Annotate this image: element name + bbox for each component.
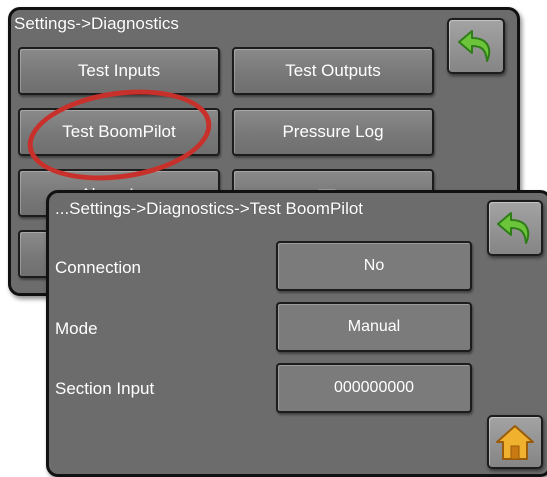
page-title: ...Settings->Diagnostics->Test BoomPilot (55, 199, 364, 218)
home-icon (496, 425, 534, 460)
test-boompilot-panel: ...Settings->Diagnostics->Test BoomPilot… (46, 190, 547, 477)
test-outputs-button[interactable]: Test Outputs (232, 47, 434, 95)
section-input-value: 000000000 (276, 363, 472, 413)
mode-label: Mode (55, 319, 98, 338)
connection-label: Connection (55, 258, 142, 277)
back-arrow-icon (458, 30, 491, 62)
home-button[interactable] (487, 415, 543, 469)
mode-value: Manual (276, 302, 472, 352)
connection-value: No (276, 241, 472, 291)
back-button[interactable] (487, 200, 543, 256)
back-arrow-icon (497, 212, 530, 244)
test-inputs-button[interactable]: Test Inputs (18, 47, 220, 95)
back-button[interactable] (447, 18, 505, 74)
pressure-log-button[interactable]: Pressure Log (232, 108, 434, 156)
test-boompilot-button[interactable]: Test BoomPilot (18, 108, 220, 156)
section-input-label: Section Input (55, 379, 155, 398)
page-title: Settings->Diagnostics (14, 14, 179, 33)
